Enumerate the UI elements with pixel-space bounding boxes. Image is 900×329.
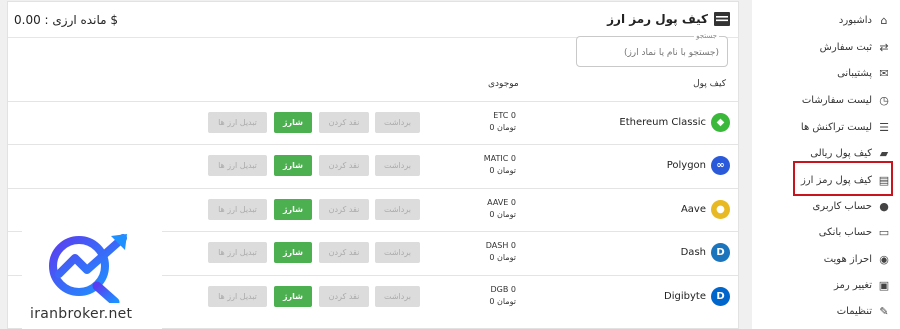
- sidebar-item-label: پشتیبانی: [837, 67, 872, 79]
- coin-name: Digibyte: [664, 291, 706, 302]
- coin-name-cell: Aave ●: [681, 200, 730, 219]
- cash-out-button[interactable]: نقد کردن: [319, 199, 369, 220]
- column-header-wallet: کیف پول: [693, 79, 726, 89]
- crypto-wallet-icon: [714, 12, 730, 26]
- withdraw-button[interactable]: برداشت: [375, 286, 420, 307]
- sidebar-item-wrench[interactable]: تنظیمات ✎: [752, 299, 890, 323]
- cash-out-button[interactable]: نقد کردن: [319, 155, 369, 176]
- coin-amount: ETC 0: [493, 111, 516, 120]
- charge-button[interactable]: شارژ: [274, 199, 312, 220]
- dash-icon: D: [711, 243, 730, 262]
- sidebar-item-history[interactable]: لیست سفارشات ◷: [752, 88, 890, 112]
- coin-amount: AAVE 0: [487, 198, 516, 207]
- card-icon: ▭: [878, 225, 890, 239]
- sidebar-item-label: لیست تراکنش ها: [800, 121, 872, 133]
- toman-amount: 0 تومان: [489, 253, 516, 262]
- polygon-icon: ∞: [711, 156, 730, 175]
- lock-icon: ▣: [878, 278, 890, 292]
- charge-button[interactable]: شارژ: [274, 242, 312, 263]
- sidebar-item-home[interactable]: داشبورد ⌂: [752, 8, 890, 32]
- balance-cell: DGB 0 0 تومان: [480, 284, 516, 308]
- table-row: Ethereum Classic ◆ ETC 0 0 تومان برداشت نقد ک…: [8, 101, 738, 144]
- sidebar-item-lock[interactable]: تغییر رمز ▣: [752, 273, 890, 297]
- convert-button[interactable]: تبدیل ارز ها: [208, 199, 267, 220]
- sidebar-item-label: کیف پول ریالی: [810, 147, 872, 159]
- balance-cell: AAVE 0 0 تومان: [480, 197, 516, 221]
- convert-button[interactable]: تبدیل ارز ها: [208, 242, 267, 263]
- currency-balance: مانده ارزی : 0.00 $: [14, 13, 118, 27]
- coin-name: Dash: [680, 247, 706, 258]
- sidebar-item-label: حساب کاربری: [812, 200, 872, 212]
- convert-button[interactable]: تبدیل ارز ها: [208, 286, 267, 307]
- table-row: Aave ● AAVE 0 0 تومان برداشت نقد کردن شارژ تبدی…: [8, 188, 738, 231]
- withdraw-button[interactable]: برداشت: [375, 155, 420, 176]
- id-icon: ◉: [879, 252, 889, 266]
- coin-name-cell: Ethereum Classic ◆: [619, 113, 730, 132]
- charge-button[interactable]: شارژ: [274, 286, 312, 307]
- search-field[interactable]: جستجو: [576, 32, 728, 67]
- sidebar-item-order[interactable]: ثبت سفارش ⇄: [752, 35, 890, 59]
- toman-amount: 0 تومان: [489, 297, 516, 306]
- list-icon: ☰: [879, 120, 889, 134]
- balance-cell: ETC 0 0 تومان: [480, 110, 516, 134]
- sidebar-item-label: داشبورد: [838, 14, 872, 26]
- sidebar-item-user[interactable]: حساب کاربری ●: [752, 194, 890, 218]
- cash-out-button[interactable]: نقد کردن: [319, 242, 369, 263]
- convert-button[interactable]: تبدیل ارز ها: [208, 112, 267, 133]
- coin-name-cell: Polygon ∞: [667, 156, 730, 175]
- sidebar-item-list[interactable]: لیست تراکنش ها ☰: [752, 115, 890, 139]
- sidebar-item-label: لیست سفارشات: [801, 94, 872, 106]
- charge-button[interactable]: شارژ: [274, 112, 312, 133]
- coin-amount: MATIC 0: [483, 154, 516, 163]
- broker-logo-icon: [49, 234, 127, 303]
- ethereum-classic-icon: ◆: [711, 113, 730, 132]
- balance-cell: DASH 0 0 تومان: [480, 240, 516, 264]
- toman-amount: 0 تومان: [489, 166, 516, 175]
- balance-cell: MATIC 0 0 تومان: [480, 153, 516, 177]
- page-title: کیف پول رمز ارز: [607, 12, 730, 26]
- user-icon: ●: [879, 199, 889, 213]
- sidebar-item-label: تغییر رمز: [833, 279, 872, 291]
- withdraw-button[interactable]: برداشت: [375, 199, 420, 220]
- withdraw-button[interactable]: برداشت: [375, 242, 420, 263]
- coin-amount: DASH 0: [485, 241, 516, 250]
- coin-name: Aave: [680, 204, 706, 215]
- sidebar-item-support[interactable]: پشتیبانی ✉: [752, 61, 890, 85]
- support-icon: ✉: [879, 66, 889, 80]
- table-row: Polygon ∞ MATIC 0 0 تومان برداشت نقد کردن شارژ…: [8, 144, 738, 187]
- charge-button[interactable]: شارژ: [274, 155, 312, 176]
- search-input[interactable]: [583, 45, 719, 60]
- digibyte-icon: D: [711, 287, 730, 306]
- column-header-balance: موجودی: [488, 79, 519, 89]
- aave-icon: ●: [711, 200, 730, 219]
- coin-name-cell: Dash D: [681, 243, 730, 262]
- watermark-text: iranbroker.net: [30, 306, 133, 322]
- cash-out-button[interactable]: نقد کردن: [319, 112, 369, 133]
- page-title-text: کیف پول رمز ارز: [607, 12, 708, 26]
- convert-button[interactable]: تبدیل ارز ها: [208, 155, 267, 176]
- sidebar-item-label: ثبت سفارش: [819, 41, 872, 53]
- cash-out-button[interactable]: نقد کردن: [319, 286, 369, 307]
- watermark-logo: iranbroker.net: [22, 228, 162, 329]
- highlight-box: [793, 161, 893, 196]
- sidebar-item-label: تنظیمات: [836, 305, 872, 317]
- sidebar-item-label: احراز هویت: [823, 253, 872, 265]
- wrench-icon: ✎: [879, 304, 889, 318]
- toman-amount: 0 تومان: [489, 210, 516, 219]
- sidebar-item-card[interactable]: حساب بانکی ▭: [752, 220, 890, 244]
- withdraw-button[interactable]: برداشت: [375, 112, 420, 133]
- wallet-icon: ▰: [879, 146, 889, 160]
- history-icon: ◷: [879, 93, 889, 107]
- coin-name-cell: Digibyte D: [664, 287, 730, 306]
- coin-name: Polygon: [666, 160, 706, 171]
- search-label: جستجو: [694, 32, 719, 41]
- panel-header: کیف پول رمز ارز مانده ارزی : 0.00 $: [8, 2, 738, 38]
- home-icon: ⌂: [880, 13, 888, 27]
- sidebar-item-id[interactable]: احراز هویت ◉: [752, 247, 890, 271]
- order-icon: ⇄: [879, 40, 889, 54]
- sidebar-item-label: حساب بانکی: [818, 226, 872, 238]
- toman-amount: 0 تومان: [489, 123, 516, 132]
- coin-amount: DGB 0: [490, 285, 516, 294]
- coin-name: Ethereum Classic: [619, 117, 706, 128]
